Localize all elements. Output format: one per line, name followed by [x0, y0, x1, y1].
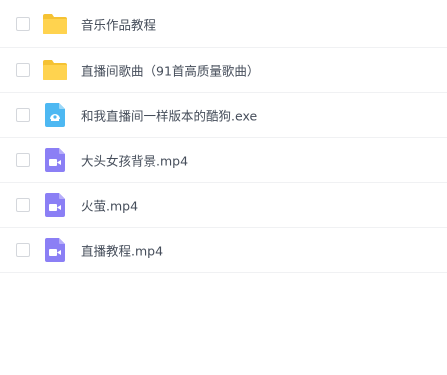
file-name[interactable]: 和我直播间一样版本的酷狗.exe	[81, 106, 257, 125]
list-item[interactable]: 和我直播间一样版本的酷狗.exe	[0, 93, 447, 138]
video-icon	[45, 238, 65, 262]
video-icon	[45, 193, 65, 217]
folder-icon	[43, 13, 67, 34]
list-item[interactable]: 火萤.mp4	[0, 183, 447, 228]
exe-icon	[45, 103, 65, 127]
file-name[interactable]: 音乐作品教程	[81, 14, 156, 33]
row-checkbox[interactable]	[16, 63, 30, 77]
video-icon	[45, 148, 65, 172]
row-checkbox[interactable]	[16, 198, 30, 212]
row-checkbox[interactable]	[16, 243, 30, 257]
list-item[interactable]: 直播教程.mp4	[0, 228, 447, 273]
row-checkbox[interactable]	[16, 153, 30, 167]
file-name[interactable]: 直播间歌曲（91首高质量歌曲）	[81, 61, 259, 80]
file-name[interactable]: 火萤.mp4	[81, 196, 138, 215]
folder-icon	[43, 60, 67, 80]
file-name[interactable]: 直播教程.mp4	[81, 241, 163, 260]
file-list: 音乐作品教程 直播间歌曲（91首高质量歌曲） 和我直播间一样版本的酷狗.exe …	[0, 0, 447, 273]
list-item[interactable]: 直播间歌曲（91首高质量歌曲）	[0, 48, 447, 93]
list-item[interactable]: 音乐作品教程	[0, 0, 447, 48]
row-checkbox[interactable]	[16, 16, 30, 31]
row-checkbox[interactable]	[16, 108, 30, 122]
list-item[interactable]: 大头女孩背景.mp4	[0, 138, 447, 183]
file-name[interactable]: 大头女孩背景.mp4	[81, 151, 188, 170]
